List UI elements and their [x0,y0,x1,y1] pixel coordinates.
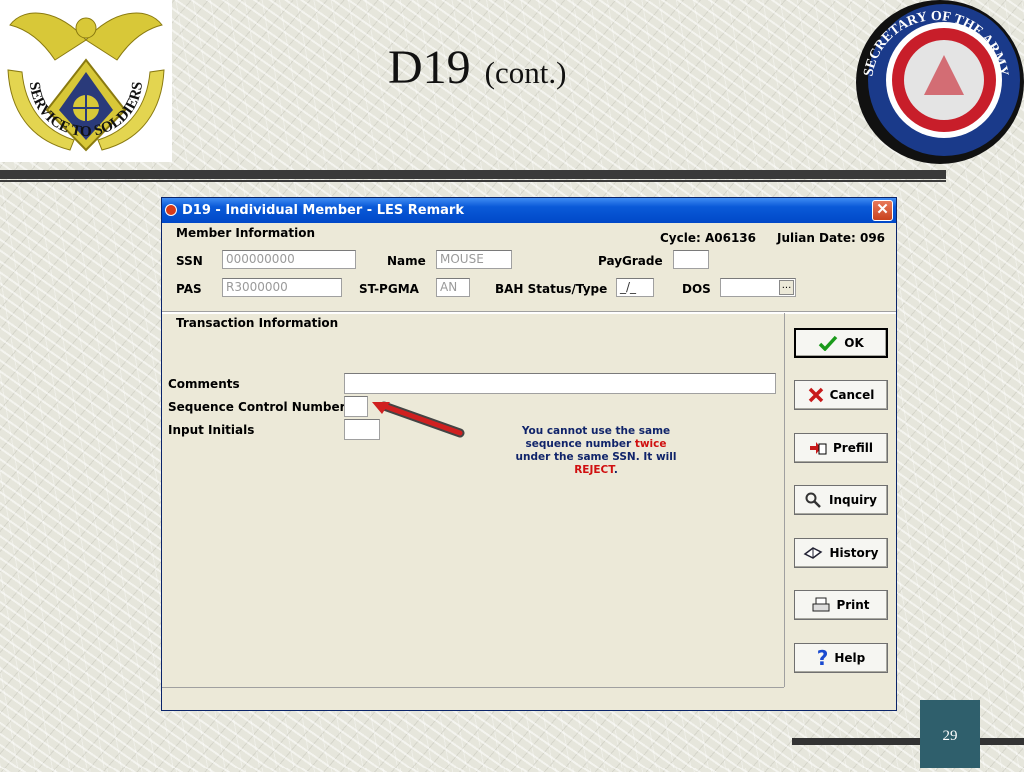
note-reject: REJECT [574,464,614,476]
stpgma-label: ST-PGMA [359,282,419,296]
inquiry-button[interactable]: Inquiry [794,485,888,515]
app-icon [165,204,177,216]
printer-icon [812,597,830,612]
window-title: D19 - Individual Member - LES Remark [182,203,464,218]
slide-number: 29 [920,700,980,768]
transaction-info-label: Transaction Information [176,316,339,330]
help-button[interactable]: ? Help [794,643,888,673]
pointer-arrow-icon [372,401,465,438]
secretary-of-the-army-seal: SECRETARY OF THE ARMY [848,0,1024,168]
d19-window: D19 - Individual Member - LES Remark ✕ M… [161,197,897,711]
slide-title: D19 (cont.) [388,40,566,95]
history-button[interactable]: History [794,538,888,568]
print-button[interactable]: Print [794,590,888,620]
footer-rule [792,738,1024,745]
sequence-warning-note: You cannot use the same sequence number … [498,425,694,477]
note-part3: under the same SSN. It will [515,451,677,463]
prefill-button[interactable]: Prefill [794,433,888,463]
dos-field[interactable]: ... [720,278,796,297]
magnifier-icon [805,492,821,508]
ssn-field[interactable]: 000000000 [222,250,356,269]
comments-label: Comments [168,377,240,391]
ok-button[interactable]: OK [794,328,888,358]
bah-field[interactable]: _/_ [616,278,654,297]
cancel-x-icon [808,387,823,403]
close-button[interactable]: ✕ [872,200,893,221]
service-to-soldiers-logo: SERVICE TO SOLDIERS [0,0,172,162]
cycle-label: Cycle: A06136 [660,231,757,245]
dos-lookup-button[interactable]: ... [779,280,794,295]
print-label: Print [836,598,870,612]
window-titlebar[interactable]: D19 - Individual Member - LES Remark ✕ [162,198,896,223]
paygrade-field[interactable] [673,250,709,269]
bottom-divider [162,687,784,688]
button-panel-divider [784,313,785,687]
question-mark-icon: ? [816,646,829,670]
prefill-icon [810,442,827,455]
sequence-label: Sequence Control Number [168,400,346,414]
name-field[interactable]: MOUSE [436,250,512,269]
pas-field[interactable]: R3000000 [222,278,342,297]
header-rule [0,170,946,179]
header-rule-thin [0,180,946,182]
slide-title-sub: (cont.) [484,55,567,90]
note-twice: twice [634,438,667,450]
inquiry-label: Inquiry [829,493,877,507]
slide-title-main: D19 [388,41,471,94]
initials-label: Input Initials [168,423,255,437]
prefill-label: Prefill [833,441,873,455]
section-divider [162,311,896,314]
stpgma-field[interactable]: AN [436,278,470,297]
history-label: History [829,546,879,560]
pas-label: PAS [176,282,202,296]
cancel-label: Cancel [829,388,875,402]
paygrade-label: PayGrade [598,254,663,268]
checkmark-icon [819,335,838,351]
member-info-label: Member Information [176,226,316,240]
note-period: . [613,464,618,476]
bah-label: BAH Status/Type [495,282,608,296]
ssn-label: SSN [176,254,203,268]
name-label: Name [387,254,426,268]
julian-date-label: Julian Date: 096 [777,231,886,245]
comments-field[interactable] [344,373,776,394]
book-icon [804,547,823,559]
cancel-button[interactable]: Cancel [794,380,888,410]
ok-label: OK [844,336,864,350]
dos-label: DOS [682,282,711,296]
sequence-field[interactable] [344,396,368,417]
help-label: Help [834,651,866,665]
